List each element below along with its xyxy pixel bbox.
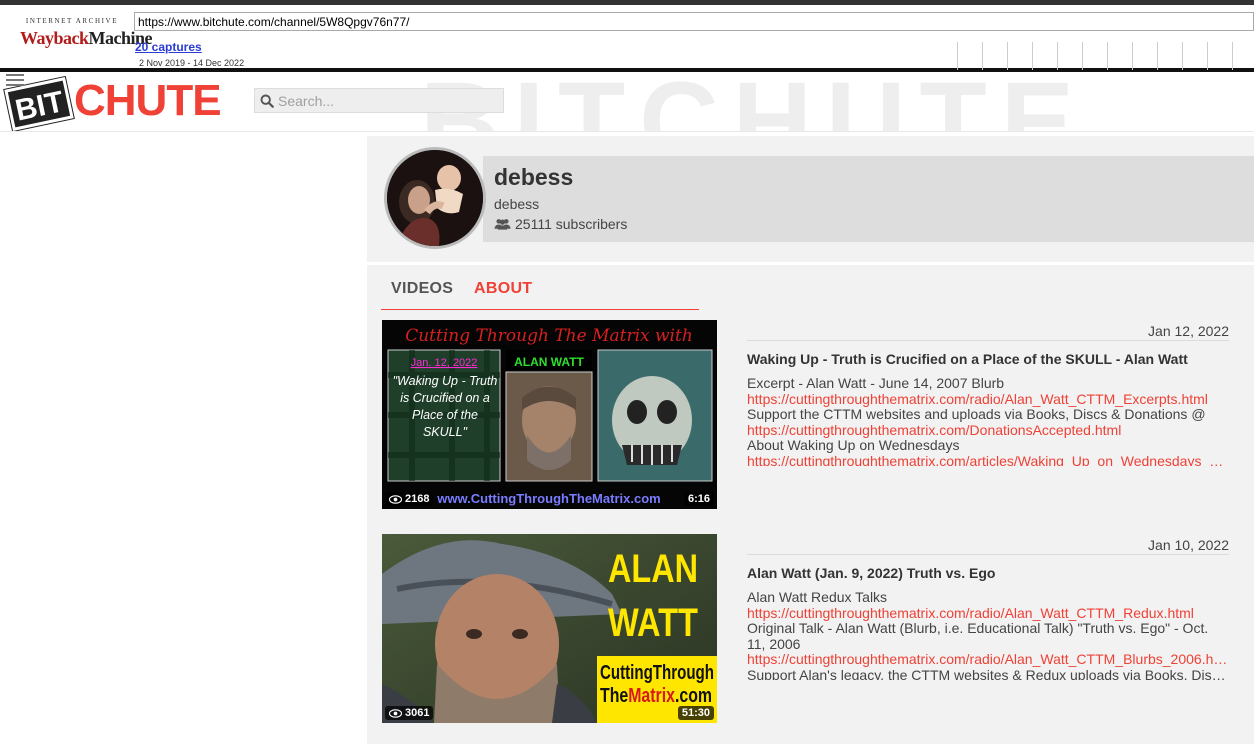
description-text: Original Talk - Alan Watt (Blurb, i.e. E… [747, 621, 1209, 652]
eye-icon [389, 708, 402, 718]
search-icon [260, 94, 274, 108]
thumb-date: Jan. 12, 2022 [411, 357, 478, 369]
description-link[interactable]: https://cuttingthroughthematrix.com/Dona… [747, 423, 1229, 439]
users-icon [494, 219, 511, 230]
thumb-name-1: ALAN [608, 547, 698, 591]
video-description: Alan Watt Redux Talks https://cuttingthro… [747, 590, 1229, 680]
view-count: 2168 [385, 492, 434, 506]
video-thumbnail[interactable]: Cutting Through The Matrix with Jan. 12,… [382, 320, 717, 509]
channel-name: debess [494, 164, 574, 190]
avatar-image [387, 150, 483, 246]
description-text: Support the CTTM websites and uploads vi… [747, 407, 1206, 422]
channel-main: debess debess 25111 subscribers VIDEOS A… [367, 136, 1254, 744]
view-count-text: 3061 [405, 707, 430, 719]
header-watermark: BITCHUTE [420, 72, 1088, 131]
thumbnail-image: Cutting Through The Matrix with Jan. 12,… [382, 320, 717, 509]
view-count: 3061 [385, 706, 434, 720]
description-link[interactable]: https://cuttingthroughthematrix.com/arti… [747, 454, 1229, 467]
wayback-date-range: 2 Nov 2019 - 14 Dec 2022 [139, 58, 245, 68]
video-description: Excerpt - Alan Watt - June 14, 2007 Blur… [747, 376, 1229, 466]
description-text: Excerpt - Alan Watt - June 14, 2007 Blur… [747, 376, 1005, 391]
video-item: ALAN WATT CuttingThrough TheMatrix.com 3… [382, 534, 1229, 724]
tab-videos[interactable]: VIDEOS [391, 280, 453, 298]
thumb-site: www.CuttingThroughTheMatrix.com [436, 491, 660, 506]
description-text: Alan Watt Redux Talks [747, 590, 888, 605]
video-title[interactable]: Waking Up - Truth is Crucified on a Plac… [747, 351, 1188, 367]
description-link[interactable]: https://cuttingthroughthematrix.com/radi… [747, 606, 1229, 622]
video-date: Jan 10, 2022 [1148, 537, 1229, 553]
description-text: Support Alan's legacy, the CTTM websites… [747, 667, 1229, 681]
wayback-logo-top: INTERNET ARCHIVE [25, 17, 119, 25]
video-item: Cutting Through The Matrix with Jan. 12,… [382, 320, 1229, 510]
site-header: BITCHUTE BIT CHUTE [0, 72, 1254, 132]
thumb-quote: "Waking Up - Truth is Crucified on a Pla… [392, 374, 498, 439]
description-text: About Waking Up on Wednesdays [747, 438, 960, 453]
video-date: Jan 12, 2022 [1148, 323, 1229, 339]
thumb-name: ALAN WATT [514, 355, 584, 369]
wayback-captures-link[interactable]: 20 captures [135, 40, 202, 54]
wayback-toolbar: INTERNET ARCHIVE WaybackMachine 20 captu… [0, 0, 1254, 72]
video-thumbnail[interactable]: ALAN WATT CuttingThrough TheMatrix.com 3… [382, 534, 717, 723]
channel-tabs: VIDEOS ABOUT [381, 272, 699, 310]
view-count-text: 2168 [405, 493, 430, 505]
thumb-banner: Cutting Through The Matrix with [405, 326, 693, 346]
section-divider [367, 262, 1254, 265]
logo-chute: CHUTE [74, 76, 222, 125]
channel-handle: debess [494, 196, 540, 212]
subscriber-count: 25111 subscribers [494, 216, 627, 232]
thumb-brand-2: TheMatrix.com [600, 685, 712, 707]
description-link[interactable]: https://cuttingthroughthematrix.com/radi… [747, 652, 1229, 668]
channel-avatar[interactable] [384, 147, 486, 249]
video-duration: 6:16 [683, 492, 714, 506]
wayback-sparkline[interactable] [957, 42, 1254, 70]
wayback-logo-a: Wayback [20, 28, 89, 48]
video-duration: 51:30 [677, 706, 714, 720]
search-input[interactable] [278, 92, 498, 109]
wayback-logo[interactable]: INTERNET ARCHIVE WaybackMachine [20, 17, 153, 61]
video-divider [747, 340, 1229, 341]
description-link[interactable]: https://cuttingthroughthematrix.com/radi… [747, 392, 1229, 408]
channel-card: debess debess 25111 subscribers [367, 136, 1254, 260]
wayback-logo-main: WaybackMachine [20, 28, 153, 49]
eye-icon [389, 494, 402, 504]
thumb-name-2: WATT [608, 601, 698, 645]
thumb-brand-1: CuttingThrough [600, 662, 714, 684]
thumbnail-image: ALAN WATT CuttingThrough TheMatrix.com [382, 534, 717, 723]
hamburger-menu-icon[interactable] [6, 74, 24, 88]
subscriber-count-text: 25111 subscribers [515, 216, 628, 232]
video-divider [747, 554, 1229, 555]
search-box[interactable] [254, 88, 504, 113]
wayback-url-input[interactable] [134, 12, 1254, 31]
tab-about[interactable]: ABOUT [474, 280, 532, 298]
video-title[interactable]: Alan Watt (Jan. 9, 2022) Truth vs. Ego [747, 565, 995, 581]
